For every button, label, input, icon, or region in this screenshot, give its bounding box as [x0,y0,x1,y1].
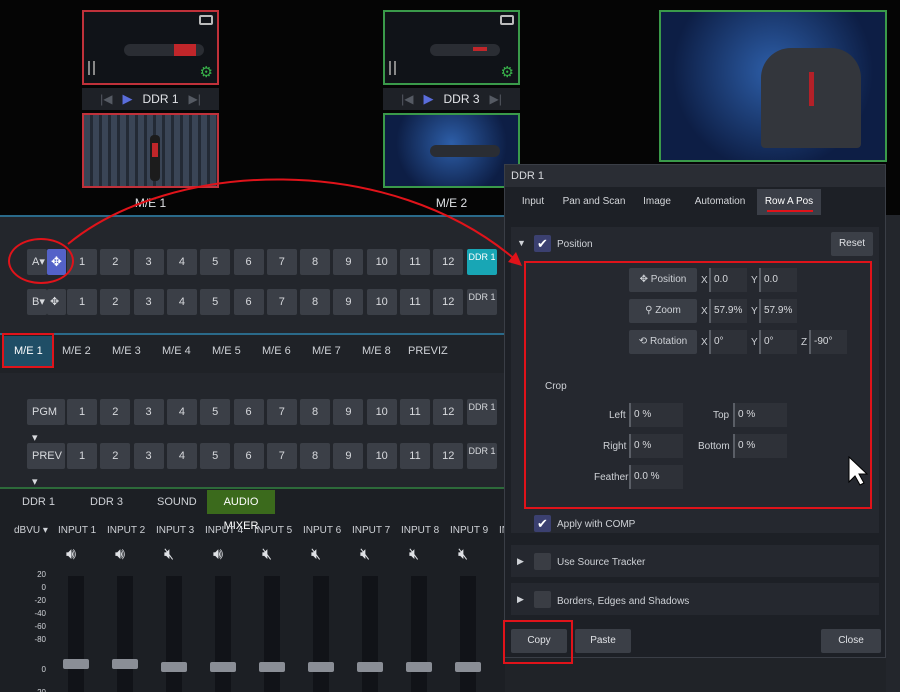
mouse-cursor-icon [848,456,868,486]
annotation-arrow [67,178,522,266]
annotation-arrow-path [67,178,519,263]
app-window: ⚙ |◀ ▶ DDR 1 ▶| M/E 1 ⚙ |◀ ▶ DDR 3 ▶| M/… [0,0,900,692]
